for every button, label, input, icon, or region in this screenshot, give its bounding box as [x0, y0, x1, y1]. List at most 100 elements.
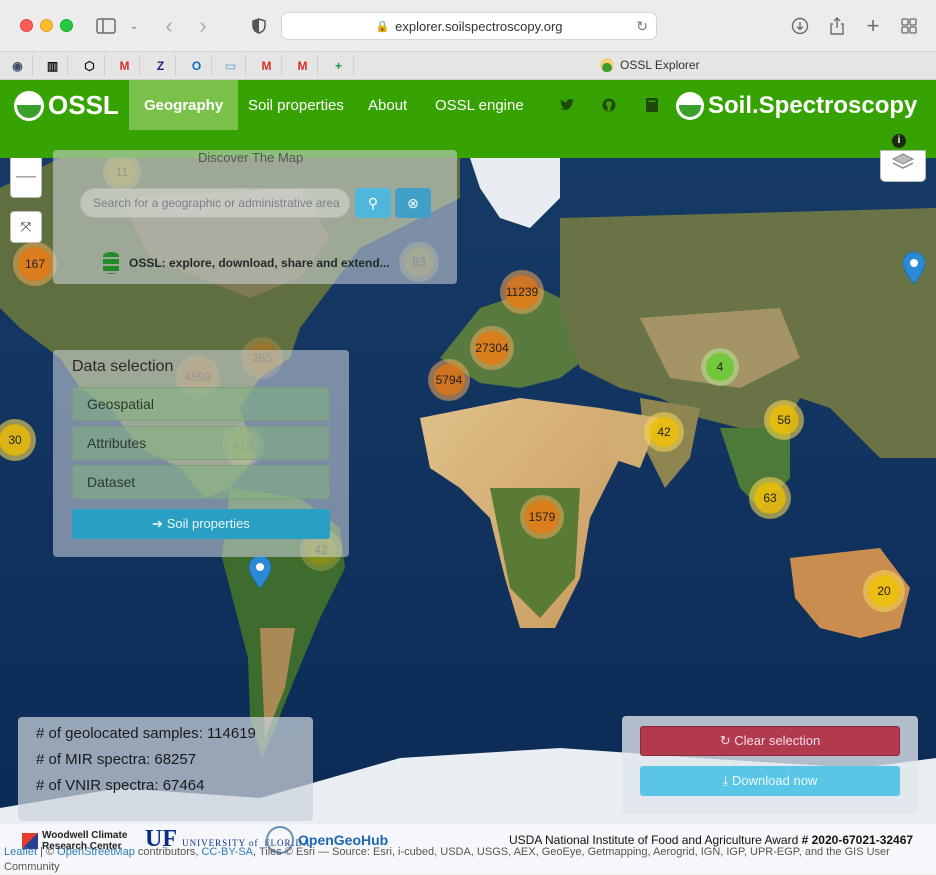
search-icon: ⚲	[367, 195, 379, 211]
data-selection-title: Data selection	[72, 358, 174, 375]
chevron-down-icon[interactable]: ⌄	[128, 14, 140, 38]
vnir-spectra-stat: # of VNIR spectra: 67464	[36, 777, 205, 794]
download-now-label: Download now	[732, 773, 818, 788]
download-icon[interactable]	[790, 14, 810, 38]
lock-icon: 🔒	[375, 20, 390, 33]
attribution-contrib: contributors,	[134, 846, 202, 858]
reload-icon[interactable]: ↻	[636, 18, 648, 35]
nav-about-label: About	[368, 96, 408, 114]
zoom-out-button[interactable]: —	[10, 158, 42, 198]
map-cluster[interactable]: 167	[18, 247, 52, 281]
soil-spectroscopy-brand[interactable]: Soil.Spectroscopy	[676, 92, 917, 120]
nav-ossl-engine[interactable]: OSSL engine	[420, 80, 539, 130]
github-icon[interactable]	[602, 98, 616, 115]
nav-geography[interactable]: Geography	[129, 80, 239, 130]
map-cluster[interactable]: 1579	[525, 500, 559, 534]
search-input[interactable]: Search for a geographic or administrativ…	[80, 188, 350, 218]
openstreetmap-link[interactable]: OpenStreetMap	[57, 846, 135, 858]
nav-geography-label: Geography	[144, 96, 224, 114]
fav-gmail-2-icon[interactable]: M	[252, 55, 282, 77]
clear-selection-label: Clear selection	[734, 733, 821, 748]
ossl-tagline: OSSL: explore, download, share and exten…	[103, 252, 390, 274]
new-tab-icon[interactable]: +	[864, 13, 882, 38]
attribution-sep: | ©	[37, 846, 58, 858]
forward-arrow-icon[interactable]: ›	[194, 13, 212, 38]
back-arrow-icon[interactable]: ‹	[160, 13, 178, 38]
fav-gmail-3-icon[interactable]: M	[288, 55, 318, 77]
zoom-window-button[interactable]	[60, 19, 73, 32]
sidebar-icon[interactable]	[95, 14, 117, 38]
download-now-button[interactable]: ⤓ Download now	[640, 766, 900, 796]
fav-3-icon[interactable]: ⬡	[75, 55, 105, 77]
nav-about[interactable]: About	[353, 80, 422, 130]
fav-2-icon[interactable]: ▥	[38, 55, 68, 77]
book-icon[interactable]	[646, 98, 658, 115]
info-icon[interactable]: i	[892, 134, 906, 148]
leaflet-link[interactable]: Leaflet	[4, 846, 37, 858]
map-cluster[interactable]: 42	[649, 417, 679, 447]
url-text: explorer.soilspectroscopy.org	[395, 18, 563, 34]
map-marker-icon[interactable]	[903, 252, 925, 284]
fullscreen-icon[interactable]: ⤧	[10, 211, 42, 243]
tab-overview-icon[interactable]	[900, 14, 918, 38]
close-window-button[interactable]	[20, 19, 33, 32]
map-attribution: Leaflet | © OpenStreetMap contributors, …	[4, 845, 904, 875]
map-cluster[interactable]: 4	[706, 353, 734, 381]
arrow-right-circle-icon: ➔	[152, 516, 164, 531]
brand-text: OSSL	[48, 90, 119, 120]
fav-1-icon[interactable]: ◉	[3, 55, 33, 77]
map-cluster[interactable]: 5794	[433, 364, 465, 396]
nav-ossl-engine-label: OSSL engine	[435, 96, 524, 114]
map-cluster[interactable]: 11239	[505, 275, 539, 309]
app-navbar: OSSL Geography Soil properties About OSS…	[0, 80, 936, 158]
close-circle-icon: ⊗	[407, 195, 419, 211]
active-tab[interactable]: OSSL Explorer	[600, 58, 700, 72]
clear-search-button[interactable]: ⊗	[395, 188, 431, 218]
refresh-icon: ↻	[719, 733, 731, 748]
tagline-text: OSSL: explore, download, share and exten…	[129, 256, 390, 270]
fav-zotero-icon[interactable]: Z	[146, 55, 176, 77]
mir-spectra-stat: # of MIR spectra: 68257	[36, 751, 197, 768]
database-icon	[103, 252, 119, 274]
minimize-window-button[interactable]	[40, 19, 53, 32]
data-selection-panel: Data selection Geospatial Attributes Dat…	[53, 350, 349, 557]
geospatial-button[interactable]: Geospatial	[72, 387, 330, 421]
fav-7-icon[interactable]: ▭	[216, 55, 246, 77]
search-panel-title: Discover The Map	[198, 150, 304, 165]
map-marker-icon[interactable]	[249, 556, 271, 588]
page-footer: Woodwell Climate Research Center UF UNIVE…	[0, 824, 936, 874]
dataset-button[interactable]: Dataset	[72, 465, 330, 499]
tab-title: OSSL Explorer	[620, 58, 700, 72]
browser-toolbar: ⌄ ‹ › 🔒 explorer.soilspectroscopy.org ↻ …	[0, 0, 936, 52]
ossl-logo-icon	[14, 90, 44, 121]
nav-soil-properties[interactable]: Soil properties	[233, 80, 359, 130]
search-button[interactable]: ⚲	[355, 188, 391, 218]
privacy-shield-icon[interactable]	[250, 14, 268, 38]
share-icon[interactable]	[828, 14, 846, 38]
soil-spectroscopy-logo-icon	[676, 92, 704, 120]
nav-soil-properties-label: Soil properties	[248, 96, 344, 114]
soil-properties-button[interactable]: ➔ Soil properties	[72, 509, 330, 539]
ossl-brand[interactable]: OSSL	[14, 90, 119, 121]
fav-sheets-icon[interactable]: +	[324, 55, 354, 77]
woodwell-logo-line-1: Woodwell Climate	[42, 830, 128, 841]
fav-gmail-1-icon[interactable]: M	[110, 55, 140, 77]
search-panel: Discover The Map Search for a geographic…	[53, 150, 457, 284]
address-bar[interactable]: 🔒 explorer.soilspectroscopy.org ↻	[281, 12, 657, 40]
map-cluster[interactable]: 20	[868, 575, 900, 607]
cc-by-sa-link[interactable]: CC-BY-SA	[201, 846, 253, 858]
geolocated-samples-stat: # of geolocated samples: 114619	[36, 725, 256, 742]
attributes-button[interactable]: Attributes	[72, 426, 330, 460]
map-cluster[interactable]: 56	[769, 405, 799, 435]
brand-right-text: Soil.Spectroscopy	[708, 92, 918, 119]
clear-selection-button[interactable]: ↻ Clear selection	[640, 726, 900, 756]
ossl-favicon-icon	[600, 58, 614, 72]
fav-outlook-icon[interactable]: O	[182, 55, 212, 77]
twitter-icon[interactable]	[560, 98, 574, 114]
map-cluster[interactable]: 30	[0, 424, 31, 456]
map-cluster[interactable]: 63	[754, 482, 786, 514]
stats-panel: # of geolocated samples: 114619 # of MIR…	[18, 717, 313, 821]
map-cluster[interactable]: 27304	[475, 331, 509, 365]
layers-icon[interactable]	[880, 150, 926, 182]
soil-properties-button-label: Soil properties	[166, 516, 250, 531]
